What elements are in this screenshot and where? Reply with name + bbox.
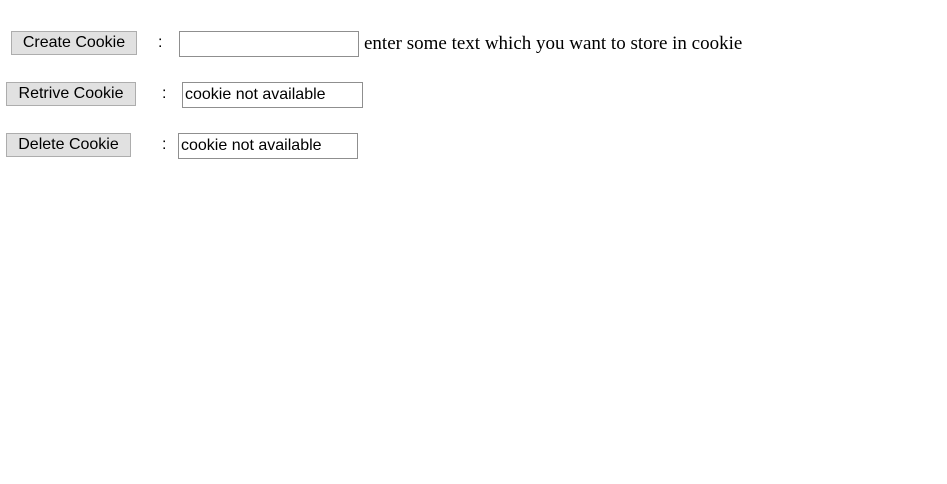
create-separator: : xyxy=(158,34,163,51)
create-cookie-hint: enter some text which you want to store … xyxy=(364,33,743,54)
retrieve-cookie-button[interactable]: Retrive Cookie xyxy=(6,82,136,106)
cookie-text-input[interactable] xyxy=(179,31,359,57)
retrieve-separator: : xyxy=(162,85,167,102)
create-cookie-button[interactable]: Create Cookie xyxy=(11,31,137,55)
deleted-cookie-field[interactable] xyxy=(178,133,358,159)
retrieved-cookie-field[interactable] xyxy=(182,82,363,108)
delete-cookie-button[interactable]: Delete Cookie xyxy=(6,133,131,157)
delete-separator: : xyxy=(162,136,167,153)
